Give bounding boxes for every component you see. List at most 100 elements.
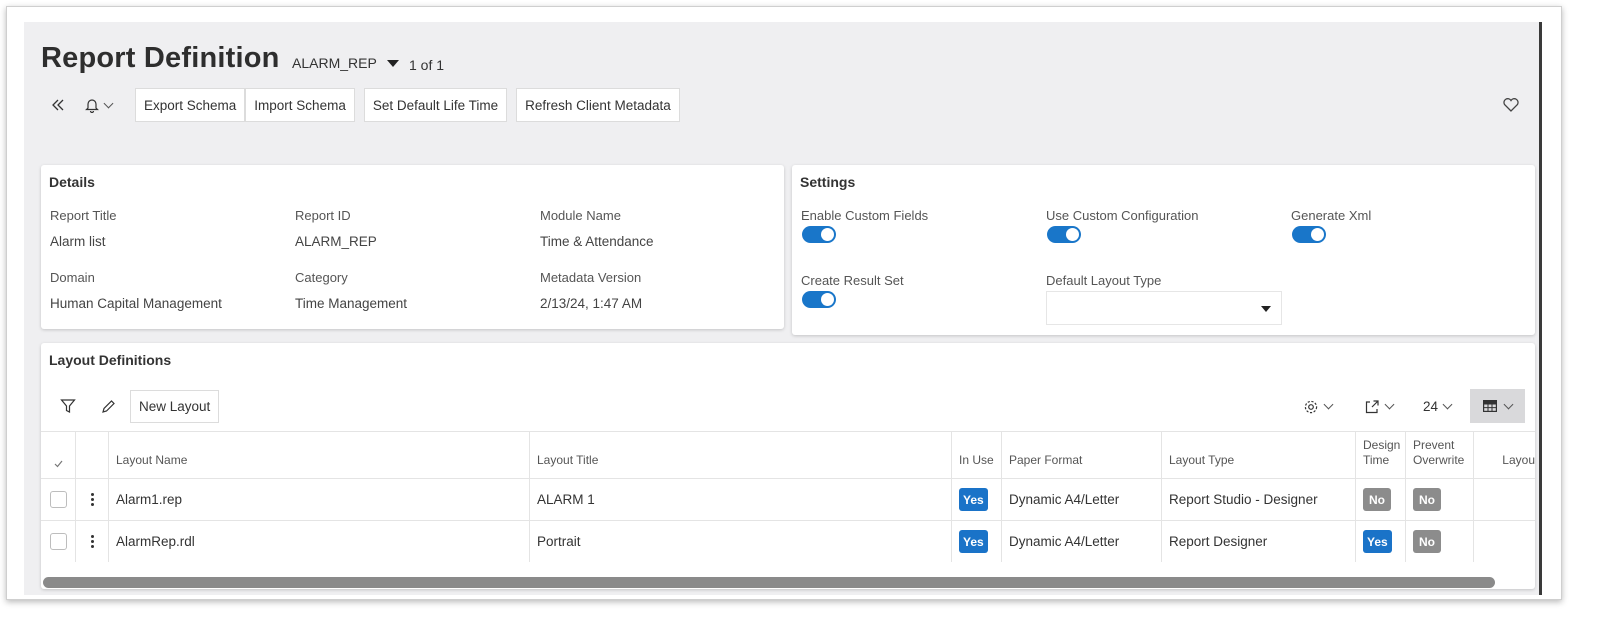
layout-grid: Layout Name Layout Title In Use Paper Fo…	[41, 431, 1535, 566]
design-time-badge: No	[1363, 488, 1391, 511]
row-select-checkbox[interactable]	[41, 479, 75, 520]
page-title: Report Definition	[41, 42, 280, 74]
chevron-down-icon	[103, 98, 113, 108]
record-selector[interactable]: ALARM_REP	[292, 55, 399, 71]
pencil-icon[interactable]	[93, 391, 123, 421]
gear-icon	[1304, 400, 1318, 413]
page-area: Report Definition ALARM_REP 1 of 1 Expor…	[24, 22, 1542, 595]
cell-prevent-overwrite: No	[1405, 479, 1473, 520]
caret-down-icon	[1261, 306, 1271, 312]
category-label: Category	[295, 270, 348, 285]
column-header-layout-name[interactable]: Layout Name	[108, 432, 529, 478]
checkbox[interactable]	[49, 491, 67, 508]
cell-layout-truncated	[1473, 521, 1535, 562]
cell-in-use: Yes	[951, 479, 1001, 520]
settings-heading: Settings	[800, 174, 856, 190]
design-time-badge: Yes	[1363, 530, 1392, 553]
row-select-checkbox[interactable]	[41, 521, 75, 562]
column-header-in-use[interactable]: In Use	[951, 432, 1001, 478]
cell-layout-truncated	[1473, 479, 1535, 520]
details-heading: Details	[49, 174, 95, 190]
grid-toolbar: New Layout 24	[41, 387, 1535, 425]
metadata-version-value: 2/13/24, 1:47 AM	[540, 296, 643, 311]
create-result-set-toggle[interactable]	[802, 291, 836, 308]
prevent-overwrite-badge: No	[1413, 488, 1441, 511]
column-header-prevent-overwrite[interactable]: Prevent Overwrite	[1405, 432, 1473, 478]
grid-header-row: Layout Name Layout Title In Use Paper Fo…	[41, 431, 1535, 478]
chevron-down-icon	[1384, 399, 1395, 410]
page-size-select[interactable]: 24	[1423, 390, 1453, 423]
cell-design-time: Yes	[1355, 521, 1405, 562]
domain-label: Domain	[50, 270, 95, 285]
caret-down-icon	[386, 59, 399, 67]
generate-xml-toggle[interactable]	[1292, 226, 1326, 243]
heart-icon[interactable]	[1501, 95, 1521, 115]
window-frame: Report Definition ALARM_REP 1 of 1 Expor…	[6, 6, 1562, 600]
use-custom-configuration-toggle[interactable]	[1047, 226, 1081, 243]
record-count: 1 of 1	[409, 57, 445, 73]
filter-icon[interactable]	[53, 391, 83, 421]
cell-layout-title: ALARM 1	[529, 479, 951, 520]
default-layout-type-label: Default Layout Type	[1046, 273, 1162, 288]
enable-custom-fields-toggle[interactable]	[802, 226, 836, 243]
cell-layout-name[interactable]: Alarm1.rep	[108, 479, 529, 520]
row-menu-kebab-icon[interactable]	[75, 521, 108, 562]
cell-design-time: No	[1355, 479, 1405, 520]
in-use-badge: Yes	[959, 530, 988, 553]
export-menu-button[interactable]	[1364, 390, 1395, 423]
command-bar: Export Schema Import Schema Set Default …	[41, 88, 680, 122]
table-row[interactable]: AlarmRep.rdl Portrait Yes Dynamic A4/Let…	[41, 520, 1535, 562]
settings-menu-button[interactable]	[1303, 390, 1334, 423]
cell-layout-type: Report Studio - Designer	[1161, 479, 1355, 520]
table-view-button[interactable]	[1470, 389, 1525, 423]
column-header-layout-type[interactable]: Layout Type	[1161, 432, 1355, 478]
cell-paper-format: Dynamic A4/Letter	[1001, 479, 1161, 520]
cell-layout-title: Portrait	[529, 521, 951, 562]
chevron-down-icon	[1503, 399, 1514, 409]
cell-layout-name[interactable]: AlarmRep.rdl	[108, 521, 529, 562]
bell-icon	[84, 99, 99, 113]
export-icon	[1365, 399, 1379, 413]
cell-in-use: Yes	[951, 521, 1001, 562]
column-header-paper-format[interactable]: Paper Format	[1001, 432, 1161, 478]
cell-paper-format: Dynamic A4/Letter	[1001, 521, 1161, 562]
metadata-version-label: Metadata Version	[540, 270, 642, 285]
report-id-value: ALARM_REP	[295, 234, 377, 249]
chevron-down-icon	[1442, 399, 1453, 410]
module-name-value: Time & Attendance	[540, 234, 654, 249]
default-layout-type-select[interactable]	[1046, 291, 1282, 325]
layout-definitions-heading: Layout Definitions	[49, 352, 172, 368]
record-selector-value: ALARM_REP	[292, 55, 377, 71]
report-title-label: Report Title	[50, 208, 117, 223]
settings-card: Settings Enable Custom Fields Use Custom…	[792, 165, 1535, 335]
set-default-life-time-button[interactable]: Set Default Life Time	[363, 88, 508, 122]
column-header-design-time[interactable]: Design Time	[1355, 432, 1405, 478]
enable-custom-fields-label: Enable Custom Fields	[801, 208, 929, 223]
column-header-layout-title[interactable]: Layout Title	[529, 432, 951, 478]
page-size-value: 24	[1423, 399, 1439, 414]
row-menu-kebab-icon[interactable]	[75, 479, 108, 520]
new-layout-button[interactable]: New Layout	[130, 390, 220, 423]
refresh-client-metadata-button[interactable]: Refresh Client Metadata	[516, 88, 680, 122]
select-all-checkmark-icon[interactable]	[41, 432, 75, 478]
category-value: Time Management	[295, 296, 408, 311]
chevron-down-icon	[1323, 399, 1334, 410]
double-chevron-left-icon[interactable]	[41, 88, 75, 122]
checkbox[interactable]	[49, 533, 67, 550]
cell-prevent-overwrite: No	[1405, 521, 1473, 562]
create-result-set-label: Create Result Set	[801, 273, 904, 288]
report-title-value: Alarm list	[50, 234, 106, 249]
horizontal-scrollbar[interactable]	[43, 577, 1495, 588]
in-use-badge: Yes	[959, 488, 988, 511]
header-actions-cell	[75, 432, 108, 478]
generate-xml-label: Generate Xml	[1291, 208, 1372, 223]
export-schema-button[interactable]: Export Schema	[135, 88, 246, 122]
column-header-layout-truncated[interactable]: Layou	[1473, 432, 1535, 478]
module-name-label: Module Name	[540, 208, 621, 223]
cell-layout-type: Report Designer	[1161, 521, 1355, 562]
domain-value: Human Capital Management	[50, 296, 222, 311]
details-card: Details Report Title Alarm list Report I…	[41, 165, 784, 329]
notifications-button[interactable]	[75, 88, 121, 122]
table-row[interactable]: Alarm1.rep ALARM 1 Yes Dynamic A4/Letter…	[41, 478, 1535, 520]
import-schema-button[interactable]: Import Schema	[245, 88, 355, 122]
